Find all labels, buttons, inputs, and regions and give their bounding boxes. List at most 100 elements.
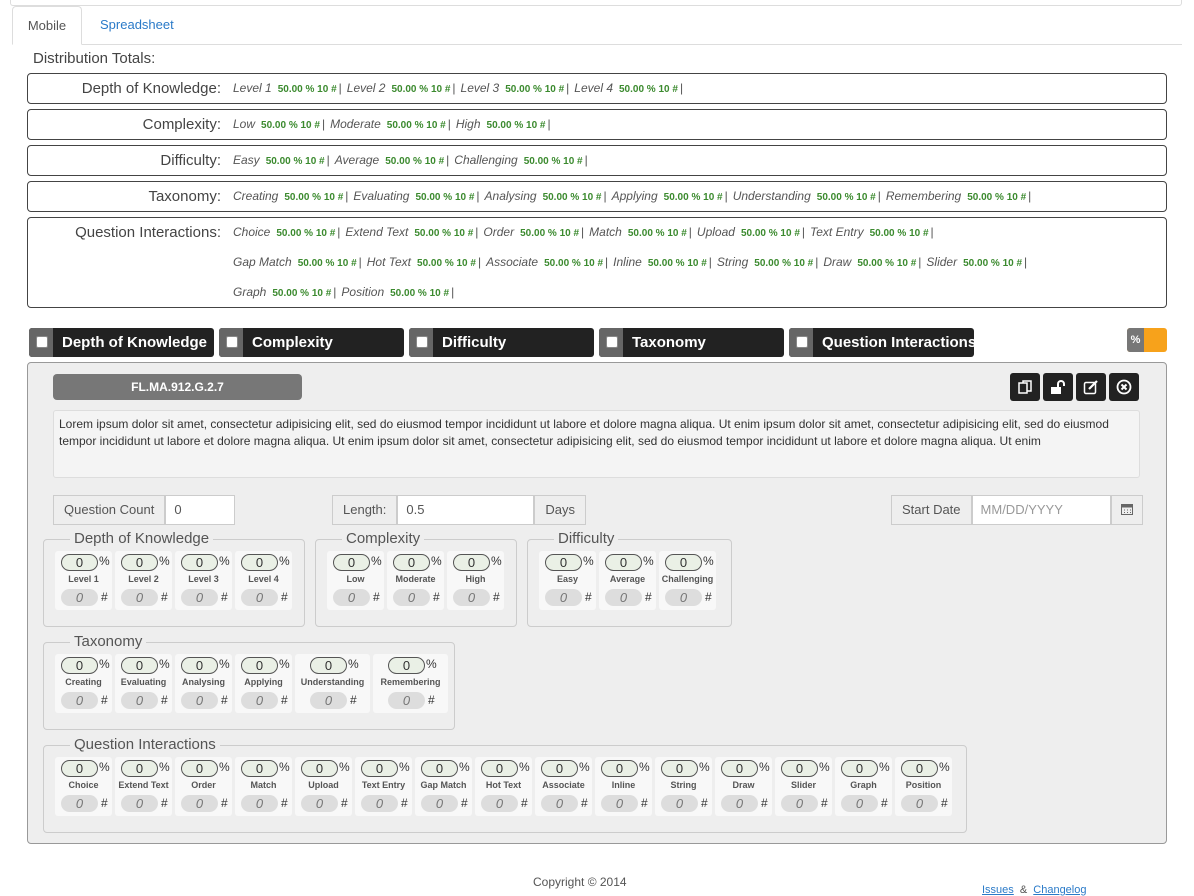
- count-input[interactable]: 0: [241, 692, 278, 709]
- count-sign: #: [281, 590, 288, 604]
- percent-toggle[interactable]: %: [1127, 328, 1167, 352]
- percent-input[interactable]: 0: [61, 760, 98, 777]
- count-input[interactable]: 0: [545, 589, 582, 606]
- percent-input[interactable]: 0: [545, 554, 582, 571]
- distribution-row: Level 1 50.00 % 10 # | Level 2 50.00 % 10 # |…: [233, 81, 688, 95]
- percent-input[interactable]: 0: [665, 554, 702, 571]
- count-input[interactable]: 0: [181, 692, 218, 709]
- count-input[interactable]: 0: [841, 795, 878, 812]
- percent-input[interactable]: 0: [181, 760, 218, 777]
- distribution-item-name: Level 2: [346, 81, 386, 95]
- standard-code[interactable]: FL.MA.912.G.2.7: [53, 374, 302, 400]
- percent-input[interactable]: 0: [241, 760, 278, 777]
- count-input[interactable]: 0: [61, 795, 98, 812]
- count-input[interactable]: 0: [121, 795, 158, 812]
- count-input[interactable]: 0: [121, 692, 158, 709]
- count-input[interactable]: 0: [781, 795, 818, 812]
- count-input[interactable]: 0: [721, 795, 758, 812]
- count-input[interactable]: 0: [301, 795, 338, 812]
- percent-input[interactable]: 0: [301, 760, 338, 777]
- count-input[interactable]: 0: [181, 795, 218, 812]
- percent-input[interactable]: 0: [61, 657, 98, 674]
- filter-question-interactions[interactable]: Question Interactions: [789, 328, 976, 357]
- count-input[interactable]: 0: [605, 589, 642, 606]
- count-input[interactable]: 0: [481, 795, 518, 812]
- percent-input[interactable]: 0: [841, 760, 878, 777]
- filter-checkbox[interactable]: [219, 328, 243, 357]
- percent-input[interactable]: 0: [61, 554, 98, 571]
- percent-input[interactable]: 0: [481, 760, 518, 777]
- percent-input[interactable]: 0: [541, 760, 578, 777]
- percent-input[interactable]: 0: [241, 657, 278, 674]
- distribution-item-value: 50.00 % 10 #: [816, 192, 876, 203]
- length-input[interactable]: 0.5: [397, 495, 535, 525]
- filter-checkbox[interactable]: [599, 328, 623, 357]
- percent-input[interactable]: 0: [361, 760, 398, 777]
- count-input[interactable]: 0: [541, 795, 578, 812]
- count-input[interactable]: 0: [601, 795, 638, 812]
- count-input[interactable]: 0: [241, 589, 278, 606]
- filter-checkbox[interactable]: [789, 328, 813, 357]
- percent-input[interactable]: 0: [333, 554, 370, 571]
- count-input[interactable]: 0: [241, 795, 278, 812]
- percent-input[interactable]: 0: [181, 554, 218, 571]
- percent-input[interactable]: 0: [721, 760, 758, 777]
- unlock-button[interactable]: [1043, 373, 1073, 401]
- percent-input[interactable]: 0: [388, 657, 425, 674]
- percent-input[interactable]: 0: [453, 554, 490, 571]
- filter-checkbox[interactable]: [29, 328, 53, 357]
- distribution-taxonomy: Taxonomy: Creating 50.00 % 10 # | Evaluatin…: [27, 181, 1167, 212]
- percent-input[interactable]: 0: [781, 760, 818, 777]
- filter-checkbox[interactable]: [409, 328, 433, 357]
- distribution-item-name: Applying: [611, 189, 658, 203]
- copy-button[interactable]: [1010, 373, 1040, 401]
- count-input[interactable]: 0: [361, 795, 398, 812]
- count-input[interactable]: 0: [121, 589, 158, 606]
- tab-spreadsheet[interactable]: Spreadsheet: [84, 6, 190, 45]
- count-input[interactable]: 0: [61, 692, 98, 709]
- count-input[interactable]: 0: [310, 692, 347, 709]
- count-input[interactable]: 0: [61, 589, 98, 606]
- percent-input[interactable]: 0: [901, 760, 938, 777]
- count-input[interactable]: 0: [421, 795, 458, 812]
- count-input[interactable]: 0: [181, 589, 218, 606]
- percent-input[interactable]: 0: [121, 657, 158, 674]
- percent-input[interactable]: 0: [310, 657, 347, 674]
- filter-dok[interactable]: Depth of Knowledge: [29, 328, 214, 357]
- calendar-button[interactable]: [1110, 495, 1143, 525]
- distribution-item-value: 50.00 % 10 #: [277, 84, 337, 95]
- count-input[interactable]: 0: [665, 589, 702, 606]
- count-input[interactable]: 0: [901, 795, 938, 812]
- distribution-item-value: 50.00 % 10 #: [265, 156, 325, 167]
- percent-input[interactable]: 0: [601, 760, 638, 777]
- count-input[interactable]: 0: [661, 795, 698, 812]
- remove-button[interactable]: [1109, 373, 1139, 401]
- filter-taxonomy[interactable]: Taxonomy: [599, 328, 784, 357]
- percent-input[interactable]: 0: [241, 554, 278, 571]
- percent-input[interactable]: 0: [605, 554, 642, 571]
- percent-input[interactable]: 0: [121, 760, 158, 777]
- count-input[interactable]: 0: [393, 589, 430, 606]
- percent-input[interactable]: 0: [181, 657, 218, 674]
- tab-mobile[interactable]: Mobile: [12, 6, 82, 45]
- count-input[interactable]: 0: [333, 589, 370, 606]
- changelog-link[interactable]: Changelog: [1033, 884, 1086, 896]
- question-count-input[interactable]: 0: [165, 495, 236, 525]
- percent-input[interactable]: 0: [121, 554, 158, 571]
- percent-input[interactable]: 0: [393, 554, 430, 571]
- percent-input[interactable]: 0: [421, 760, 458, 777]
- count-input[interactable]: 0: [388, 692, 425, 709]
- breakdown-label: Hot Text: [485, 780, 522, 790]
- filter-complexity[interactable]: Complexity: [219, 328, 404, 357]
- issues-link[interactable]: Issues: [982, 884, 1014, 896]
- edit-button[interactable]: [1076, 373, 1106, 401]
- percent-sign: %: [371, 554, 382, 568]
- count-input[interactable]: 0: [453, 589, 490, 606]
- breakdown-label: Level 2: [128, 574, 159, 584]
- standard-description[interactable]: Lorem ipsum dolor sit amet, consectetur …: [53, 410, 1140, 478]
- breakdown-cell: 0% String 0 #: [655, 757, 712, 816]
- count-sign: #: [401, 796, 408, 810]
- filter-difficulty[interactable]: Difficulty: [409, 328, 594, 357]
- percent-input[interactable]: 0: [661, 760, 698, 777]
- start-date-input[interactable]: MM/DD/YYYY: [971, 495, 1111, 525]
